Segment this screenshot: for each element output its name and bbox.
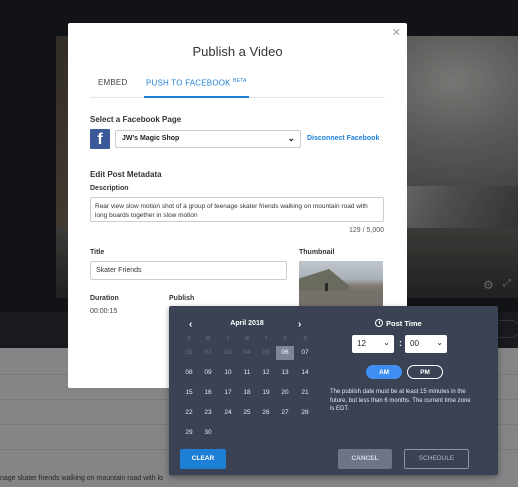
chevron-down-icon: ⌄: [383, 338, 390, 347]
calendar-day[interactable]: 22: [180, 406, 198, 420]
weekday-label: W: [244, 336, 250, 342]
weekday-label: S: [187, 336, 191, 342]
chevron-down-icon: ⌄: [436, 338, 443, 347]
tab-push-to-facebook[interactable]: PUSH TO FACEBOOK BETA: [144, 78, 249, 98]
calendar-day[interactable]: 12: [257, 366, 275, 380]
duration-value: 00:00:15: [90, 308, 118, 315]
tab-embed[interactable]: EMBED: [98, 78, 127, 98]
calendar-day[interactable]: 19: [257, 386, 275, 400]
calendar-day[interactable]: 04: [238, 346, 256, 360]
thumbnail-label: Thumbnail: [299, 249, 335, 256]
calendar-day[interactable]: 24: [219, 406, 237, 420]
calendar-day[interactable]: 07: [296, 346, 314, 360]
calendar-day[interactable]: 01: [180, 346, 198, 360]
calendar-day[interactable]: 11: [238, 366, 256, 380]
am-toggle[interactable]: AM: [366, 365, 402, 379]
calendar-day[interactable]: 10: [219, 366, 237, 380]
calendar-month: April 2018: [230, 320, 264, 327]
chevron-right-icon[interactable]: ›: [298, 319, 301, 330]
calendar-day[interactable]: 20: [276, 386, 294, 400]
calendar-day[interactable]: 27: [276, 406, 294, 420]
calendar-day[interactable]: 16: [199, 386, 217, 400]
calendar-day[interactable]: 05: [257, 346, 275, 360]
calendar-day[interactable]: 28: [296, 406, 314, 420]
calendar-day[interactable]: 17: [219, 386, 237, 400]
publish-label: Publish: [169, 295, 195, 302]
duration-label: Duration: [90, 295, 119, 302]
calendar-day[interactable]: 29: [180, 426, 198, 440]
post-time-title: Post Time: [375, 319, 422, 328]
weekday-label: F: [283, 336, 287, 342]
calendar-day[interactable]: 30: [199, 426, 217, 440]
facebook-page-select[interactable]: JW's Magic Shop ⌄: [115, 130, 301, 148]
description-field[interactable]: Rear view slow motion shot of a group of…: [90, 197, 384, 222]
calendar-day[interactable]: 14: [296, 366, 314, 380]
pm-toggle[interactable]: PM: [407, 365, 443, 379]
calendar-day[interactable]: 02: [199, 346, 217, 360]
close-icon[interactable]: ✕: [392, 26, 401, 39]
chevron-down-icon: ⌄: [287, 133, 295, 143]
description-label: Description: [90, 185, 129, 192]
facebook-icon: f: [90, 129, 110, 149]
char-count: 129 / 5,000: [348, 227, 384, 234]
schedule-button[interactable]: SCHEDULE: [404, 449, 469, 469]
beta-badge: BETA: [233, 78, 247, 84]
clock-icon: [375, 319, 383, 327]
calendar-day[interactable]: 26: [257, 406, 275, 420]
calendar-day[interactable]: 18: [238, 386, 256, 400]
weekday-label: M: [205, 336, 211, 342]
calendar-day[interactable]: 08: [180, 366, 198, 380]
calendar-day[interactable]: 06: [276, 346, 294, 360]
minute-select[interactable]: 00 ⌄: [405, 335, 447, 353]
facebook-page-heading: Select a Facebook Page: [90, 115, 182, 124]
metadata-heading: Edit Post Metadata: [90, 170, 162, 179]
calendar-day[interactable]: 25: [238, 406, 256, 420]
hour-select[interactable]: 12 ⌄: [352, 335, 394, 353]
schedule-picker: ‹ April 2018 › Post Time 12 ⌄ : 00 ⌄ AM PM…: [169, 306, 498, 475]
weekday-label: T: [226, 336, 230, 342]
thumbnail-image[interactable]: [299, 261, 383, 306]
clear-button[interactable]: CLEAR: [180, 449, 226, 469]
calendar-day[interactable]: 15: [180, 386, 198, 400]
calendar-day[interactable]: 23: [199, 406, 217, 420]
calendar-day[interactable]: 03: [219, 346, 237, 360]
calendar-day[interactable]: 21: [296, 386, 314, 400]
modal-title: Publish a Video: [192, 44, 283, 59]
calendar-day[interactable]: 09: [199, 366, 217, 380]
cancel-button[interactable]: CANCEL: [338, 449, 392, 469]
title-label: Title: [90, 249, 105, 256]
tab-bar: EMBED PUSH TO FACEBOOK BETA: [90, 78, 385, 98]
chevron-left-icon[interactable]: ‹: [189, 319, 192, 330]
time-separator: :: [399, 338, 402, 348]
weekday-label: S: [303, 336, 307, 342]
weekday-label: T: [264, 336, 268, 342]
disconnect-facebook-link[interactable]: Disconnect Facebook: [307, 135, 379, 142]
publish-date-note: The publish date must be at least 15 min…: [330, 389, 471, 412]
title-field[interactable]: Skater Friends: [90, 261, 287, 280]
calendar-day[interactable]: 13: [276, 366, 294, 380]
